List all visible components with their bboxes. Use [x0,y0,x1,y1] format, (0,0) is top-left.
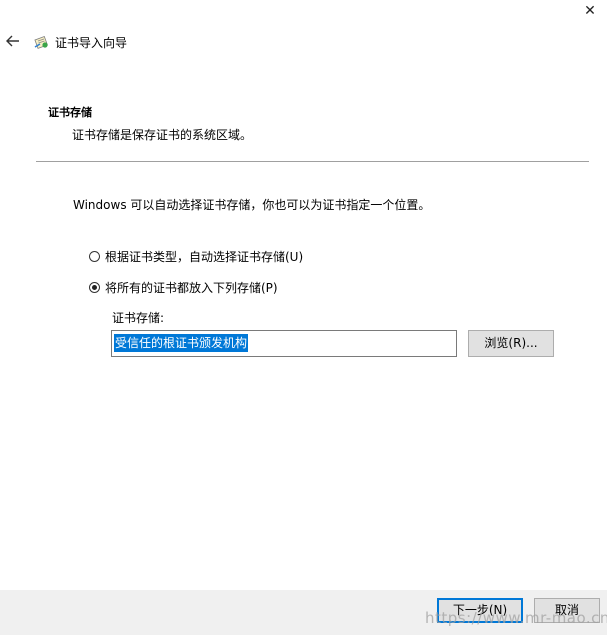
back-arrow-icon[interactable] [5,33,21,49]
section-description: 证书存储是保存证书的系统区域。 [72,128,253,142]
header-divider [36,161,589,162]
radio-auto-select-store[interactable]: 根据证书类型，自动选择证书存储(U) [89,248,303,264]
browse-button[interactable]: 浏览(R)... [468,330,554,357]
close-icon[interactable]: ✕ [583,4,597,18]
wizard-title: 证书导入向导 [55,36,128,50]
radio-place-in-store[interactable]: 将所有的证书都放入下列存储(P) [89,279,278,295]
certificate-icon [34,36,48,49]
certificate-store-field[interactable]: 受信任的根证书颁发机构 [111,330,457,357]
section-heading: 证书存储 [48,106,92,119]
radio-label-auto-select: 根据证书类型，自动选择证书存储(U) [105,249,304,264]
radio-button-checked[interactable] [89,281,100,293]
intro-text: Windows 可以自动选择证书存储，你也可以为证书指定一个位置。 [73,198,431,212]
radio-button-unchecked[interactable] [89,250,100,262]
radio-label-place-in-store: 将所有的证书都放入下列存储(P) [105,280,278,295]
certificate-store-value: 受信任的根证书颁发机构 [114,334,249,352]
certificate-store-label: 证书存储: [112,311,165,325]
wizard-titlebar: 证书导入向导 [0,32,300,54]
certificate-import-wizard: ✕ 证书导入向导 证书存储 证书存储是保存证书的系统区域。 Windows 可以… [0,0,607,635]
watermark-text: https://www.mr-mao.cn [425,609,607,627]
